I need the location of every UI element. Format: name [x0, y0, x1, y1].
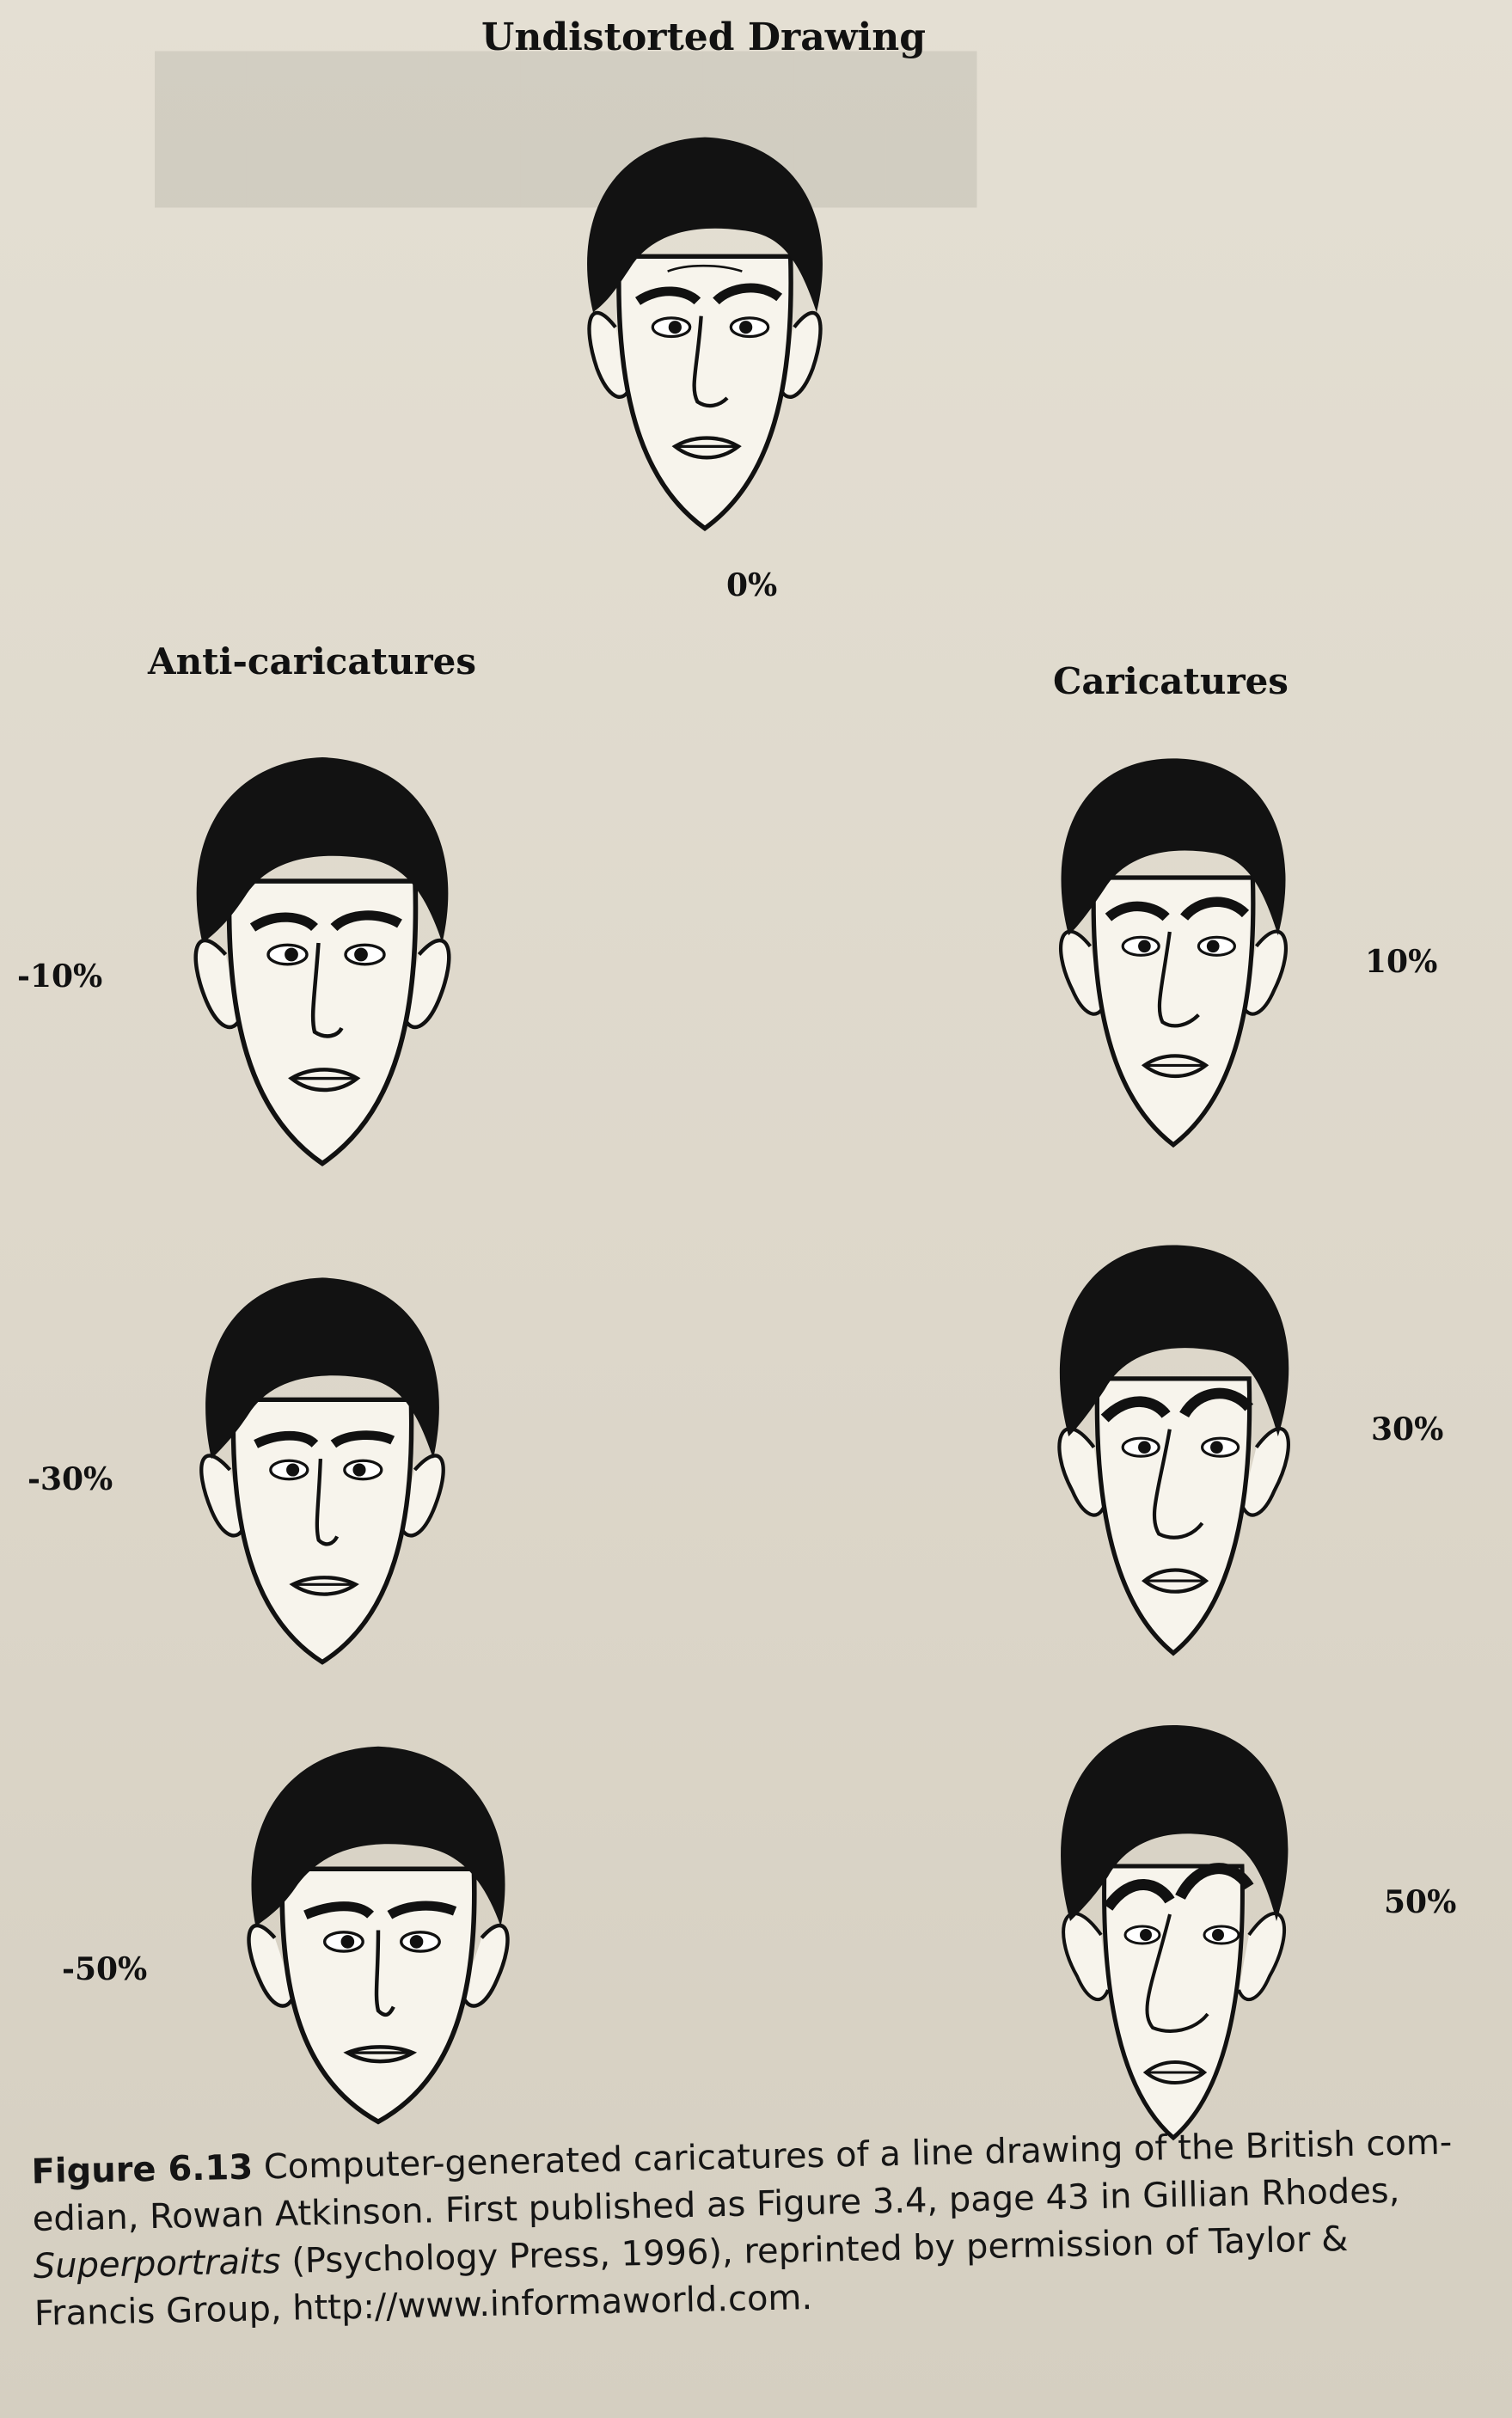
percent-label-center: 0%	[726, 567, 778, 603]
face-drawing	[193, 757, 451, 1166]
figure-caption: Figure 6.13 Computer-generated caricatur…	[31, 2118, 1496, 2338]
face-drawing	[247, 1746, 510, 2125]
percent-label-plus-50: 50%	[1384, 1884, 1457, 1920]
percent-label-minus-50: -50%	[62, 1951, 148, 1987]
face-anti-10	[129, 718, 516, 1199]
percent-label-plus-30: 30%	[1371, 1411, 1444, 1448]
face-drawing	[1059, 758, 1288, 1148]
undistorted-title: Undistorted Drawing	[481, 15, 927, 59]
face-drawing	[587, 137, 823, 532]
face-caricature-50	[1001, 1706, 1345, 2170]
face-caricature-10	[993, 726, 1354, 1173]
face-drawing	[1057, 1245, 1290, 1656]
face-undistorted	[516, 107, 894, 554]
face-anti-30	[138, 1229, 507, 1711]
book-page: █████████ Undistorted Drawing 0% Anti-ca…	[0, 0, 1512, 2418]
book-title: Superportraits	[33, 2241, 282, 2286]
face-anti-50	[185, 1723, 572, 2145]
percent-label-minus-30: -30%	[28, 1461, 113, 1497]
face-drawing	[1061, 1725, 1289, 2141]
face-caricature-30	[993, 1212, 1354, 1693]
anti-caricatures-heading: Anti-caricatures	[148, 640, 476, 683]
percent-label-plus-10: 10%	[1365, 944, 1438, 980]
figure-label: Figure 6.13	[31, 2147, 254, 2192]
face-drawing	[199, 1277, 445, 1665]
caricatures-heading: Caricatures	[1053, 660, 1289, 702]
percent-label-minus-10: -10%	[17, 958, 103, 995]
